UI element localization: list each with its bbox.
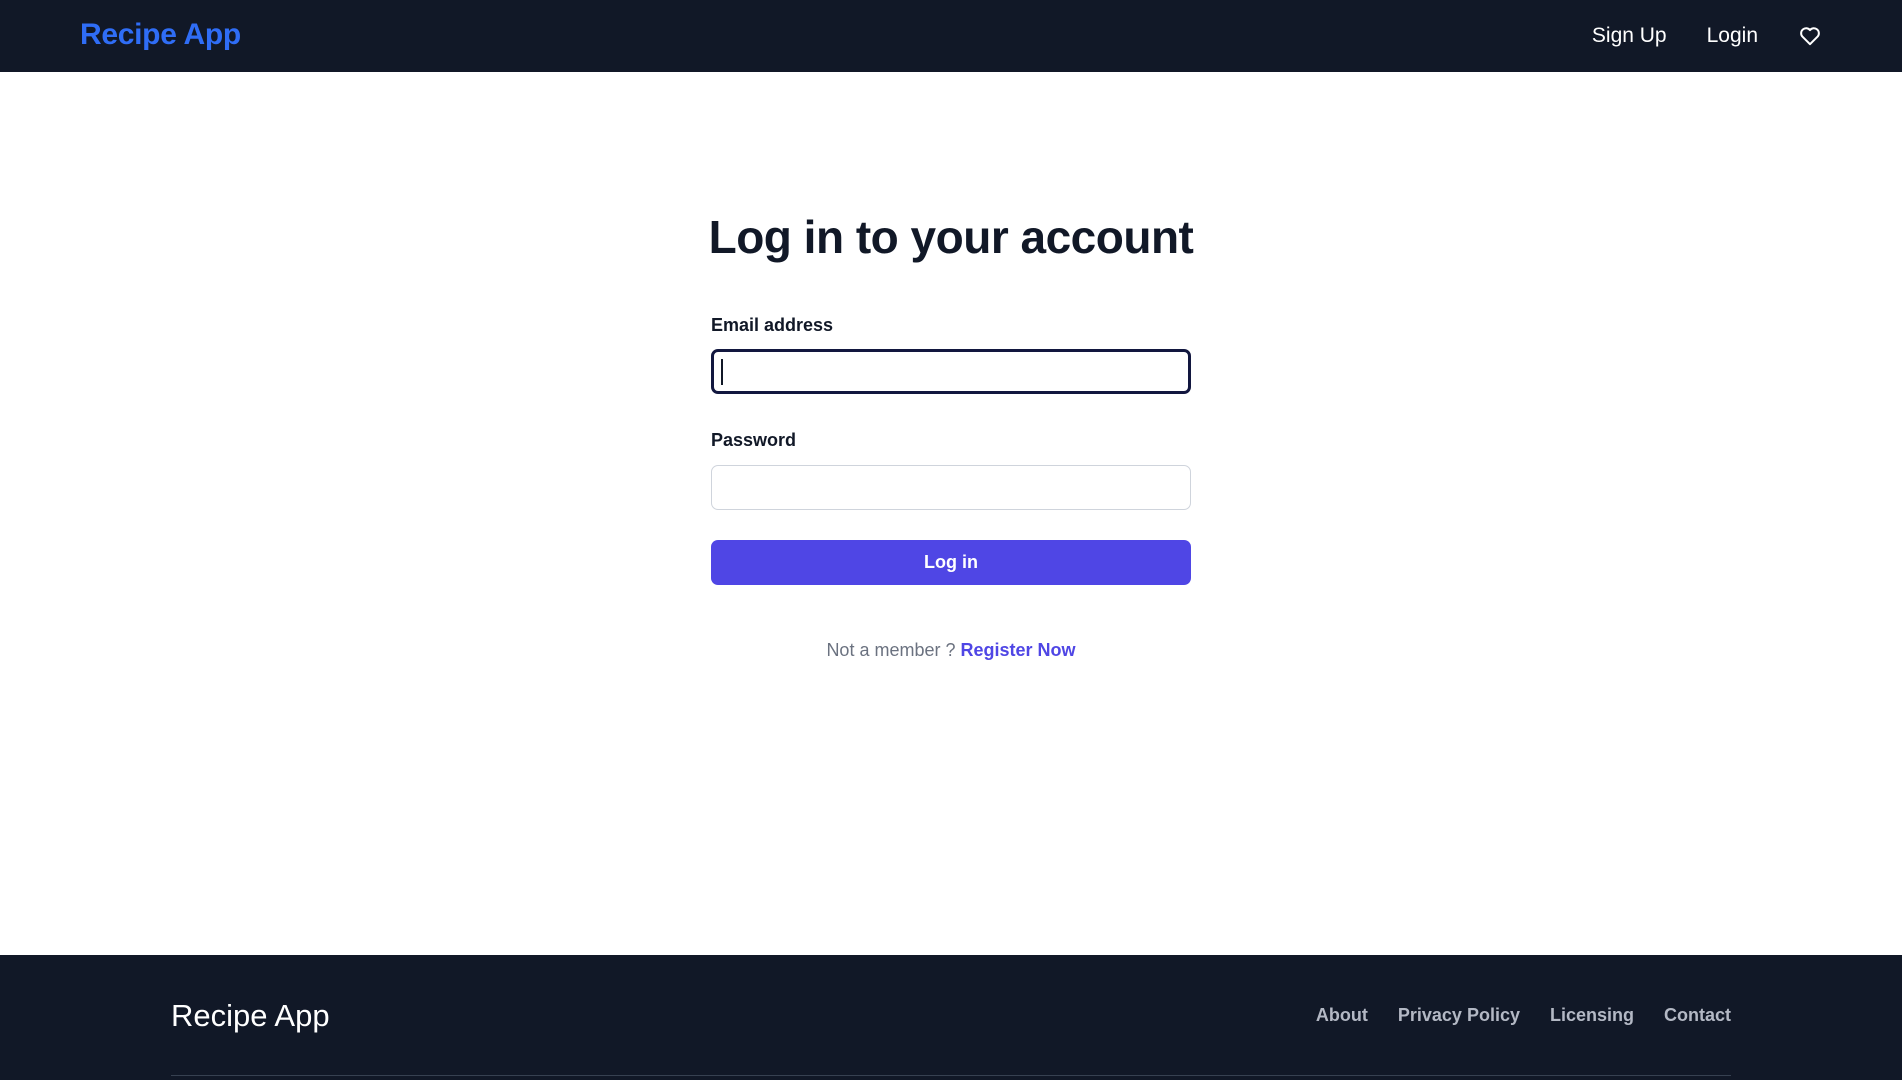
brand-logo[interactable]: Recipe App: [80, 18, 241, 52]
register-now-link[interactable]: Register Now: [961, 640, 1076, 660]
password-label: Password: [711, 430, 797, 450]
nav-login-link[interactable]: Login: [1707, 24, 1758, 48]
text-cursor: [721, 359, 723, 385]
email-label: Email address: [711, 315, 834, 335]
email-field[interactable]: [711, 349, 1191, 394]
footer-licensing-link[interactable]: Licensing: [1550, 1005, 1634, 1026]
footer-divider: [171, 1075, 1731, 1076]
login-button[interactable]: Log in: [711, 540, 1191, 585]
footer-contact-link[interactable]: Contact: [1664, 1005, 1731, 1026]
site-footer: Recipe App About Privacy Policy Licensin…: [0, 955, 1902, 1080]
top-navbar: Recipe App Sign Up Login: [0, 0, 1902, 72]
heart-icon[interactable]: [1798, 24, 1822, 48]
password-field[interactable]: [711, 465, 1191, 510]
nav-signup-link[interactable]: Sign Up: [1592, 24, 1667, 48]
footer-links: About Privacy Policy Licensing Contact: [1316, 1005, 1731, 1026]
footer-privacy-link[interactable]: Privacy Policy: [1398, 1005, 1520, 1026]
nav-links: Sign Up Login: [1592, 0, 1822, 72]
footer-brand[interactable]: Recipe App: [171, 998, 330, 1034]
page-title: Log in to your account: [708, 211, 1194, 263]
footer-about-link[interactable]: About: [1316, 1005, 1368, 1026]
register-prompt: Not a member ? Register Now: [0, 640, 1902, 661]
member-prompt-text: Not a member ?: [826, 640, 956, 660]
